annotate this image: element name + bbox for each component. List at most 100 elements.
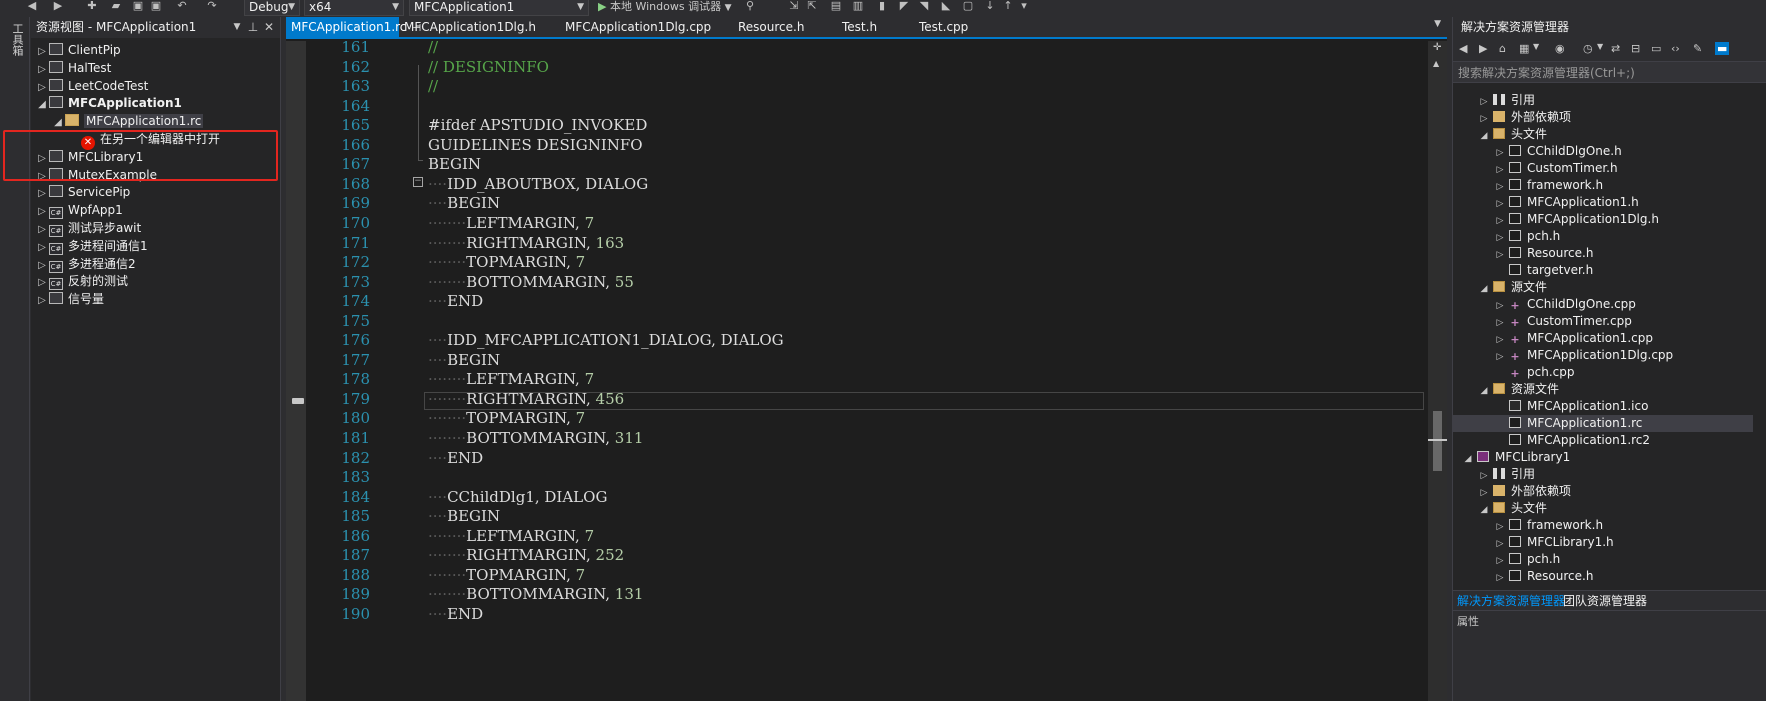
configuration-combo[interactable]: Debug ▼ [244, 0, 300, 16]
current-line-marker [292, 398, 304, 404]
startup-project-combo[interactable]: MFCApplication1 ▼ [409, 0, 589, 16]
collapse-arrow-icon[interactable]: ◢ [35, 95, 49, 115]
solution-tree-item[interactable]: MFCApplication1.rc2 [1453, 432, 1753, 449]
bookmark-icon[interactable]: ▮ [876, 0, 888, 12]
solution-tree-item[interactable]: ▷ 外部依赖项 [1453, 109, 1753, 126]
back-icon[interactable]: ◀ [26, 0, 38, 12]
scroll-up-icon[interactable]: ▲ [1433, 59, 1439, 68]
properties-icon[interactable]: ✎ [1693, 42, 1702, 55]
solution-tree-item[interactable]: ▷ 外部依赖项 [1453, 483, 1753, 500]
toolbox-tab[interactable]: 工具箱 [9, 23, 25, 56]
prev-bookmark-icon[interactable]: ◤ [898, 0, 910, 12]
history-icon[interactable]: ◷ [1583, 42, 1593, 55]
home-icon[interactable]: ⌂ [1499, 42, 1506, 55]
resource-tree-item-label: ServicePip [68, 185, 131, 200]
save-icon[interactable]: ▣ [132, 0, 144, 12]
solution-tree-item[interactable]: ◢ 源文件 [1453, 279, 1753, 296]
solution-tree-item[interactable]: ▷ Resource.h [1453, 568, 1753, 585]
find-icon[interactable]: ⚲ [744, 0, 756, 12]
split-icon[interactable]: ✛ [1433, 43, 1443, 53]
undo-icon[interactable]: ↶ [176, 0, 188, 12]
solution-search-input[interactable]: 搜索解决方案资源管理器(Ctrl+;) [1453, 61, 1766, 83]
open-file-icon[interactable]: ▰ [110, 0, 122, 12]
tab-document[interactable]: Resource.h [733, 17, 833, 37]
bottom-tab[interactable]: 解决方案资源管理器 [1453, 591, 1569, 611]
solution-tree-item[interactable]: ▷ 引用 [1453, 92, 1753, 109]
solution-tree-item[interactable]: ▷ framework.h [1453, 517, 1753, 534]
switch-views-icon[interactable]: ▦ [1519, 42, 1529, 55]
vertical-scrollbar[interactable]: ✛ ▲ [1428, 41, 1447, 701]
comment-icon[interactable]: ▤ [830, 0, 842, 12]
uncomment-icon[interactable]: ▥ [852, 0, 864, 12]
solution-tree-item[interactable]: + pch.cpp [1453, 364, 1753, 381]
resource-tree-item[interactable]: ▷ 信号量 [35, 289, 104, 309]
clear-bookmarks-icon[interactable]: ◣ [940, 0, 952, 12]
solution-tree-item[interactable]: targetver.h [1453, 262, 1753, 279]
solution-tree-item[interactable]: ▷ + CustomTimer.cpp [1453, 313, 1753, 330]
solution-tree-item[interactable]: ▷ CustomTimer.h [1453, 160, 1753, 177]
solution-tree-item[interactable]: MFCApplication1.rc [1453, 415, 1753, 432]
screenshot-icon[interactable]: ▢ [962, 0, 974, 12]
solution-tree-item[interactable]: MFCApplication1.ico [1453, 398, 1753, 415]
solution-tree-item[interactable]: ◢ 资源文件 [1453, 381, 1753, 398]
new-project-icon[interactable]: ✚ [86, 0, 98, 12]
resource-tree-item-label: 测试异步awit [68, 221, 142, 235]
bottom-tab[interactable]: 团队资源管理器 [1559, 591, 1651, 611]
tab-document[interactable]: MFCApplication1.rc ⊣ [286, 17, 421, 37]
step-icon[interactable]: ⇲ [788, 0, 800, 12]
expand-arrow-icon[interactable]: ▷ [1493, 570, 1507, 587]
solution-tree-item[interactable]: ▷ MFCApplication1.h [1453, 194, 1753, 211]
solution-tree-item[interactable]: ▷ + MFCApplication1Dlg.cpp [1453, 347, 1753, 364]
resource-icon [49, 185, 63, 198]
next-bookmark-icon[interactable]: ◥ [918, 0, 930, 12]
scrollbar-thumb[interactable] [1433, 411, 1442, 471]
tab-document[interactable]: Test.h [837, 17, 907, 37]
back-icon[interactable]: ◀ [1459, 42, 1467, 55]
file-icon [1509, 536, 1521, 547]
chevron-down-icon[interactable]: ▼ [230, 17, 244, 38]
toolbar-overflow-icon[interactable]: ▾ [1018, 0, 1030, 12]
show-all-files-icon[interactable]: ▭ [1651, 42, 1661, 55]
collapse-all-icon[interactable]: ⊟ [1631, 42, 1640, 55]
step-over-icon[interactable]: ⇱ [806, 0, 818, 12]
save-all-icon[interactable]: ▣ [150, 0, 162, 12]
start-debugging-button[interactable]: ▶ 本地 Windows 调试器 ▼ [598, 0, 732, 16]
line-number: 173 [341, 272, 370, 291]
pin-icon[interactable]: ⊥ [246, 17, 260, 38]
redo-icon[interactable]: ↷ [206, 0, 218, 12]
preview-icon[interactable]: ▬ [1715, 42, 1730, 55]
solution-tree-item[interactable]: ▷ pch.h [1453, 228, 1753, 245]
down-arrow-icon[interactable]: ↓ [984, 0, 996, 12]
chevron-down-icon[interactable]: ▼ [1597, 42, 1603, 51]
expand-arrow-icon[interactable]: ▷ [35, 291, 49, 311]
solution-tree-item[interactable]: ▷ + CChildDlgOne.cpp [1453, 296, 1753, 313]
solution-tree-item[interactable]: ▷ CChildDlgOne.h [1453, 143, 1753, 160]
solution-tree-item[interactable]: ▷ pch.h [1453, 551, 1753, 568]
solution-tree-item[interactable]: ▷ framework.h [1453, 177, 1753, 194]
platform-combo[interactable]: x64 ▼ [304, 0, 404, 16]
up-arrow-icon[interactable]: ↑ [1002, 0, 1014, 12]
solution-tree-item[interactable]: ◢ 头文件 [1453, 126, 1753, 143]
solution-tree-item[interactable]: ▷ MFCLibrary1.h [1453, 534, 1753, 551]
solution-tree-item[interactable]: ◢ 头文件 [1453, 500, 1753, 517]
code-area[interactable]: − 161 // 162 // DESIGNINFO 163 // 164 165 #ifdef… [306, 41, 1428, 701]
close-icon[interactable]: ✕ [262, 17, 276, 38]
code-line: ········RIGHTMARGIN, 456 [428, 389, 625, 408]
sync-icon[interactable]: ⇄ [1611, 42, 1620, 55]
forward-icon[interactable]: ▶ [1479, 42, 1487, 55]
chevron-down-icon[interactable]: ▼ [1434, 19, 1441, 29]
solution-tree-item[interactable]: ▷ + MFCApplication1.cpp [1453, 330, 1753, 347]
chevron-down-icon[interactable]: ▼ [1533, 42, 1539, 51]
view-code-icon[interactable]: ‹› [1671, 42, 1680, 55]
pending-changes-icon[interactable]: ◉ [1555, 42, 1565, 55]
solution-tree-item[interactable]: ◢ MFCLibrary1 [1453, 449, 1753, 466]
solution-tree-item[interactable]: ▷ Resource.h [1453, 245, 1753, 262]
collapse-toggle-icon[interactable]: − [413, 177, 423, 187]
tab-document[interactable]: MFCApplication1Dlg.cpp [560, 17, 720, 37]
line-number: 190 [341, 604, 370, 623]
tab-document[interactable]: Test.cpp [914, 17, 994, 37]
tab-document[interactable]: MFCApplication1Dlg.h [399, 17, 549, 37]
forward-icon[interactable]: ▶ [52, 0, 64, 12]
solution-tree-item[interactable]: ▷ MFCApplication1Dlg.h [1453, 211, 1753, 228]
solution-tree-item[interactable]: ▷ 引用 [1453, 466, 1753, 483]
